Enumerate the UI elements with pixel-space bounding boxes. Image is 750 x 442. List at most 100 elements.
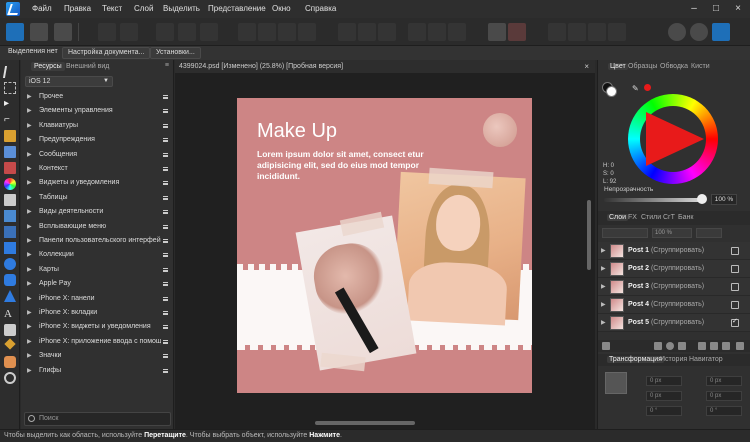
asset-category-row[interactable]: ▶ Элементы управления: [21, 104, 174, 118]
asset-category-row[interactable]: ▶ iPhone X: приложение ввода с помощью: [21, 335, 174, 349]
boolean-intersect-icon[interactable]: [588, 23, 606, 41]
point-transform-icon[interactable]: ⌐: [4, 114, 16, 126]
layer-visibility-checkbox[interactable]: [731, 247, 739, 255]
expand-arrow-icon[interactable]: ▶: [27, 162, 32, 176]
fx-icon[interactable]: [678, 342, 686, 350]
layer-row[interactable]: ▶ Post 2 (Сгруппировать): [598, 260, 750, 278]
tab-sgt[interactable]: СгТ: [663, 214, 675, 221]
tab-fx[interactable]: FX: [628, 214, 637, 221]
node-tool-icon[interactable]: ▸: [4, 98, 16, 110]
x-field[interactable]: 0 px: [646, 376, 682, 386]
asset-category-row[interactable]: ▶ Всплывающие меню: [21, 220, 174, 234]
document-tab[interactable]: 4399024.psd [Изменено] (25.8%) [Пробная …: [175, 60, 595, 73]
menu-select[interactable]: Выделить: [163, 4, 200, 13]
row-menu-icon[interactable]: [163, 138, 168, 143]
tab-swatches[interactable]: Образцы: [628, 63, 657, 70]
row-menu-icon[interactable]: [163, 325, 168, 330]
asset-category-row[interactable]: ▶ iPhone X: панели: [21, 292, 174, 306]
pencil-tool-icon[interactable]: [4, 146, 16, 158]
expand-arrow-icon[interactable]: ▶: [27, 220, 32, 234]
fill-tool-icon[interactable]: [4, 178, 16, 190]
pen-tool-icon[interactable]: [4, 130, 16, 142]
place-image-icon[interactable]: [4, 210, 16, 222]
tab-navigator[interactable]: Навигатор: [689, 356, 723, 363]
panel-menu-icon[interactable]: ≡: [165, 62, 169, 69]
select-box-icon[interactable]: [178, 23, 196, 41]
asset-category-row[interactable]: ▶ iPhone X: вкладки: [21, 306, 174, 320]
expand-arrow-icon[interactable]: ▶: [27, 335, 32, 349]
assistant-icon[interactable]: [668, 23, 686, 41]
expand-arrow-icon[interactable]: ▶: [27, 263, 32, 277]
asset-category-row[interactable]: ▶ Глифы: [21, 364, 174, 378]
expand-arrow-icon[interactable]: ▶: [27, 119, 32, 133]
eyedropper-icon[interactable]: [4, 338, 16, 350]
tab-layers[interactable]: Слои: [607, 214, 629, 221]
expand-arrow-icon[interactable]: ▶: [27, 176, 32, 190]
row-menu-icon[interactable]: [163, 296, 168, 301]
expand-arrow-icon[interactable]: ▶: [27, 292, 32, 306]
row-menu-icon[interactable]: [163, 267, 168, 272]
text-tool-icon[interactable]: A: [4, 308, 16, 320]
boolean-add-icon[interactable]: [548, 23, 566, 41]
opacity-slider-handle[interactable]: [697, 194, 707, 204]
rotation-field[interactable]: 0 °: [646, 406, 682, 416]
expand-arrow-icon[interactable]: ▶: [27, 104, 32, 118]
layer-visibility-checkbox[interactable]: [731, 301, 739, 309]
eyedropper-color-icon[interactable]: ✎: [632, 84, 639, 93]
tab-appearance[interactable]: Внешний вид: [63, 62, 112, 71]
layer-visibility-checkbox[interactable]: [731, 283, 739, 291]
align-left-icon[interactable]: [338, 23, 356, 41]
row-menu-icon[interactable]: [163, 195, 168, 200]
tab-stroke[interactable]: Обводка: [660, 63, 688, 70]
asset-category-row[interactable]: ▶ Панели пользовательского интерфейса: [21, 234, 174, 248]
row-menu-icon[interactable]: [163, 123, 168, 128]
tab-bank[interactable]: Банк: [678, 214, 693, 221]
fill-swatch[interactable]: [606, 86, 617, 97]
tab-history[interactable]: История: [660, 356, 687, 363]
asset-category-row[interactable]: ▶ Таблицы: [21, 191, 174, 205]
tab-styles[interactable]: Стили: [641, 214, 661, 221]
row-menu-icon[interactable]: [163, 311, 168, 315]
document-setup-button[interactable]: Настройка документа...: [62, 47, 151, 59]
group-icon[interactable]: [698, 342, 706, 350]
align-center-icon[interactable]: [358, 23, 376, 41]
snapping-icon[interactable]: [120, 23, 138, 41]
brush-tool-icon[interactable]: [4, 162, 16, 174]
select-corner-icon[interactable]: [200, 23, 218, 41]
expand-arrow-icon[interactable]: ▶: [27, 320, 32, 334]
expand-arrow-icon[interactable]: ▶: [27, 306, 32, 320]
minimize-icon[interactable]: –: [686, 2, 702, 15]
menu-window[interactable]: Окно: [272, 4, 291, 13]
rotate-icon[interactable]: [448, 23, 466, 41]
export-persona-icon[interactable]: [54, 23, 72, 41]
mask-icon[interactable]: [654, 342, 662, 350]
layer-mode-select[interactable]: [696, 228, 722, 238]
expand-arrow-icon[interactable]: ▶: [27, 191, 32, 205]
flip-horizontal-icon[interactable]: [408, 23, 426, 41]
designer-persona-icon[interactable]: [6, 23, 24, 41]
menu-view[interactable]: Представление: [208, 4, 266, 13]
layer-row[interactable]: ▶ Post 3 (Сгруппировать): [598, 278, 750, 296]
row-menu-icon[interactable]: [163, 95, 168, 99]
layer-opacity-field[interactable]: 100 %: [652, 228, 692, 238]
asset-category-row[interactable]: ▶ Виды деятельности: [21, 205, 174, 219]
expand-arrow-icon[interactable]: ▶: [27, 90, 32, 104]
view-mode-icon[interactable]: [712, 23, 730, 41]
bring-front-icon[interactable]: [238, 23, 256, 41]
asset-category-row[interactable]: ▶ Коллекции: [21, 248, 174, 262]
boolean-subtract-icon[interactable]: [568, 23, 586, 41]
layer-visibility-checkbox[interactable]: [731, 265, 739, 273]
crop-tool-icon[interactable]: [4, 226, 16, 238]
layers-stack-icon[interactable]: [602, 342, 610, 350]
row-menu-icon[interactable]: [163, 152, 168, 157]
duplicate-icon[interactable]: [722, 342, 730, 350]
horizontal-scrollbar[interactable]: [315, 421, 415, 425]
ellipse-tool-icon[interactable]: [4, 258, 16, 270]
ios-category-select[interactable]: iOS 12 ▼: [25, 76, 113, 87]
menu-text[interactable]: Текст: [102, 4, 122, 13]
row-menu-icon[interactable]: [163, 282, 168, 287]
expand-arrow-icon[interactable]: ▶: [27, 277, 32, 291]
flip-vertical-icon[interactable]: [428, 23, 446, 41]
triangle-tool-icon[interactable]: [4, 290, 16, 302]
expand-arrow-icon[interactable]: ▶: [601, 301, 606, 308]
